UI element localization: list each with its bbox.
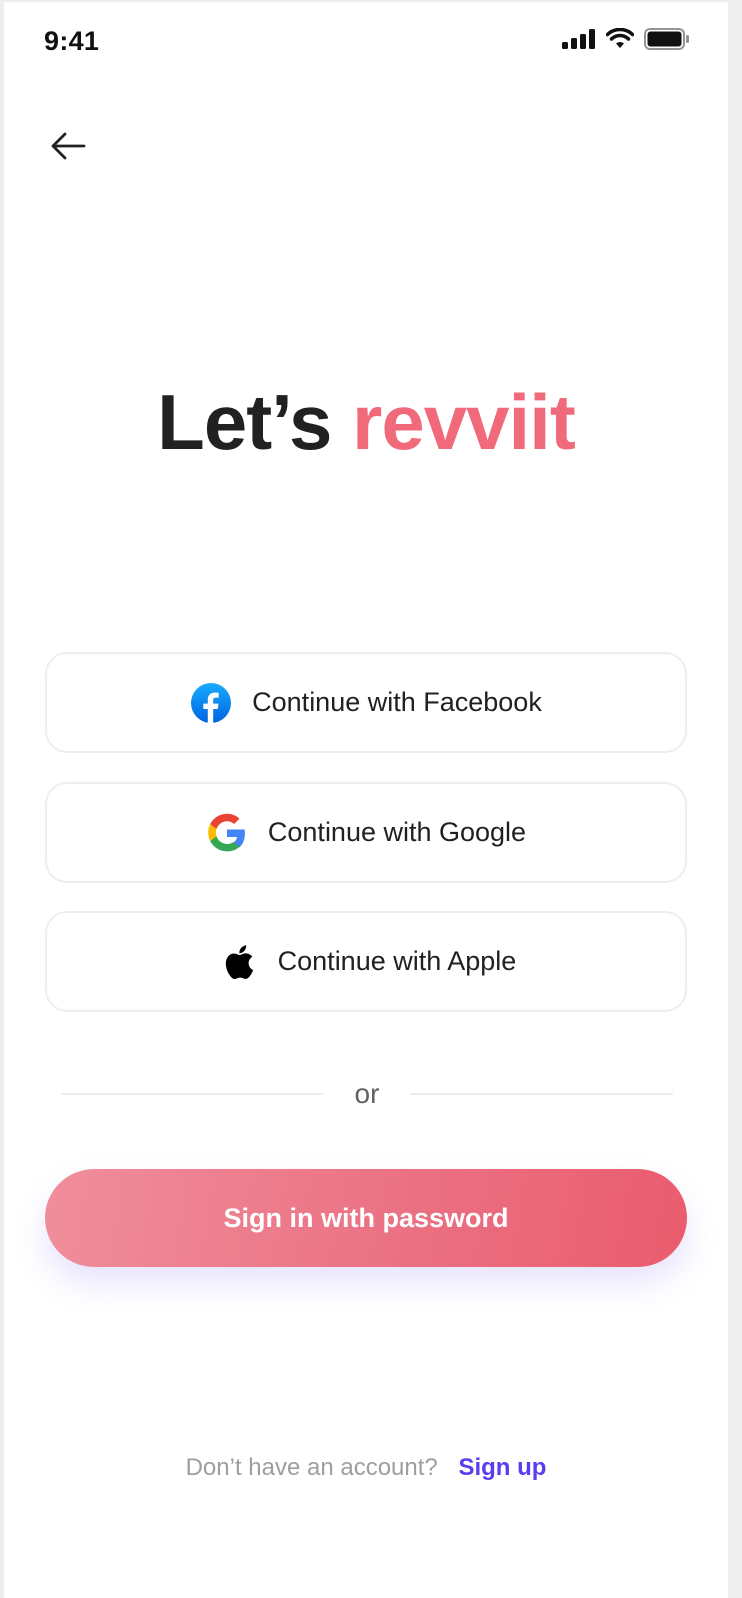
facebook-button-label: Continue with Facebook	[252, 687, 542, 717]
wifi-icon	[606, 28, 634, 48]
battery-icon	[644, 28, 689, 50]
title-prefix: Let’s	[157, 378, 332, 466]
divider-line-left	[61, 1093, 324, 1095]
apple-button-label: Continue with Apple	[277, 946, 517, 976]
signup-prompt: Don’t have an account? Sign up	[4, 1454, 728, 1482]
google-button-label: Continue with Google	[267, 817, 527, 847]
google-icon	[206, 812, 248, 854]
or-divider: or	[61, 1074, 673, 1114]
status-icons	[562, 28, 690, 50]
signal-icon	[562, 29, 595, 49]
divider-line-right	[410, 1093, 673, 1095]
sign-up-link[interactable]: Sign up	[458, 1454, 546, 1481]
sign-in-password-button[interactable]: Sign in with password	[45, 1169, 687, 1267]
title-brand: revviit	[352, 378, 576, 466]
signup-prompt-text: Don’t have an account?	[185, 1454, 438, 1481]
arrow-left-icon	[51, 132, 86, 160]
back-button[interactable]	[44, 122, 92, 170]
continue-apple-button[interactable]: Continue with Apple	[45, 911, 687, 1012]
continue-facebook-button[interactable]: Continue with Facebook	[45, 652, 687, 753]
apple-icon	[216, 941, 258, 983]
login-screen: 9:41 Let’s revviit Continue with Faceboo…	[4, 2, 728, 1598]
facebook-icon	[190, 682, 232, 724]
divider-text: or	[354, 1078, 380, 1109]
status-time: 9:41	[44, 26, 100, 56]
continue-google-button[interactable]: Continue with Google	[45, 782, 687, 883]
page-title: Let’s revviit	[4, 377, 728, 468]
